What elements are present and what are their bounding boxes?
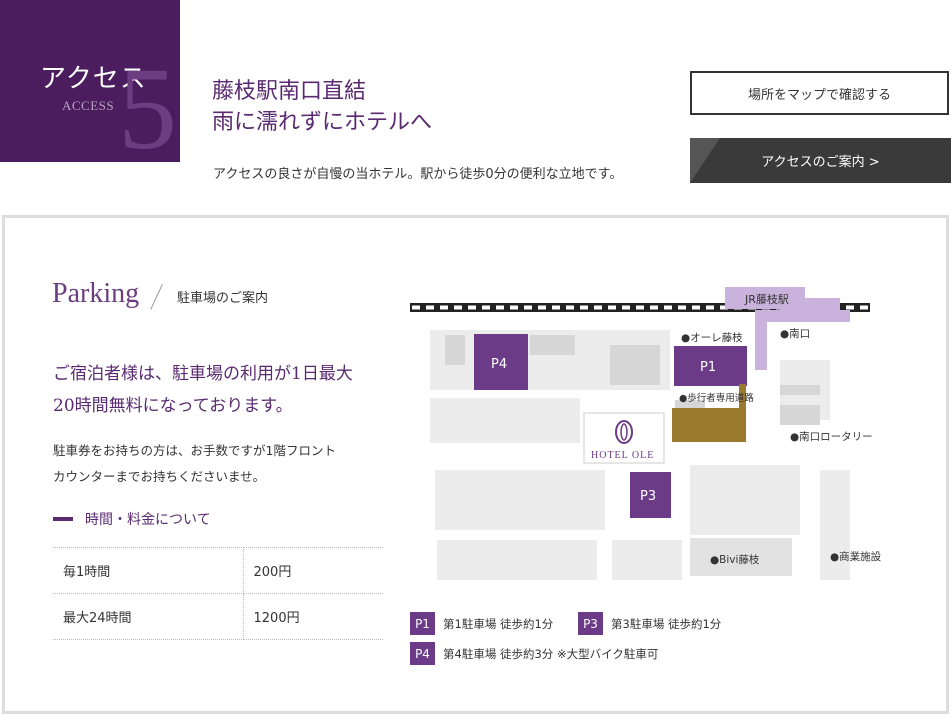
page-description: アクセスの良さが自慢の当ホテル。駅から徒歩0分の便利な立地です。 <box>213 167 623 182</box>
price-label: 最大24時間 <box>53 593 244 640</box>
p3-label: P3 <box>640 489 656 504</box>
parking-note: 駐車券をお持ちの方は、お手数ですが1階フロント カウンターまでお持ちくださいませ… <box>53 443 336 484</box>
access-badge: アクセス 5 ACCESS <box>0 0 180 162</box>
parking-subtitle: 駐車場のご案内 <box>177 291 269 306</box>
table-row: 毎1時間 200円 <box>53 547 383 594</box>
parking-lead: ご宿泊者様は、駐車場の利用が1日最大 20時間無料になっております。 <box>53 364 353 416</box>
hotel-lot <box>672 408 746 442</box>
parking-title: Parking <box>52 278 140 309</box>
section-bar <box>53 517 73 521</box>
bivi-label: ●Bivi藤枝 <box>710 553 760 566</box>
badge-subtitle: ACCESS <box>62 98 115 113</box>
hotel-label: HOTEL OLE <box>591 450 654 461</box>
legend-p4: P4 第4駐車場 徒歩約3分 ※大型バイク駐車可 <box>410 642 658 665</box>
p1-label: P1 <box>700 360 716 375</box>
view-map-button[interactable]: 場所をマップで確認する <box>690 71 949 115</box>
table-row: 最大24時間 1200円 <box>53 593 383 640</box>
page-title: 藤枝駅南口直結 雨に濡れずにホテルへ <box>212 79 433 135</box>
legend-p1: P1 第1駐車場 徒歩約1分 <box>410 612 553 635</box>
station-label: JR藤枝駅 <box>744 292 789 306</box>
p4-label: P4 <box>491 357 507 372</box>
commercial-label: ●商業施設 <box>830 550 882 563</box>
south-exit-label: ●南口 <box>780 327 810 340</box>
price-table: 毎1時間 200円 最大24時間 1200円 <box>53 547 383 640</box>
price-value: 1200円 <box>243 593 383 640</box>
rotary-label: ●南口ロータリー <box>790 430 873 443</box>
price-label: 毎1時間 <box>53 547 244 594</box>
legend-p3: P3 第3駐車場 徒歩約1分 <box>578 612 721 635</box>
price-value: 200円 <box>243 547 383 594</box>
access-guide-label: アクセスのご案内 > <box>761 155 880 170</box>
ole-label: ●オーレ藤枝 <box>681 331 743 344</box>
button-shade <box>690 138 720 183</box>
badge-number: 5 <box>118 43 177 163</box>
access-guide-button[interactable]: アクセスのご案内 > <box>690 138 951 183</box>
walkway-label: ●歩行者専用道路 <box>679 392 754 404</box>
price-section-title: 時間・料金について <box>53 509 211 529</box>
